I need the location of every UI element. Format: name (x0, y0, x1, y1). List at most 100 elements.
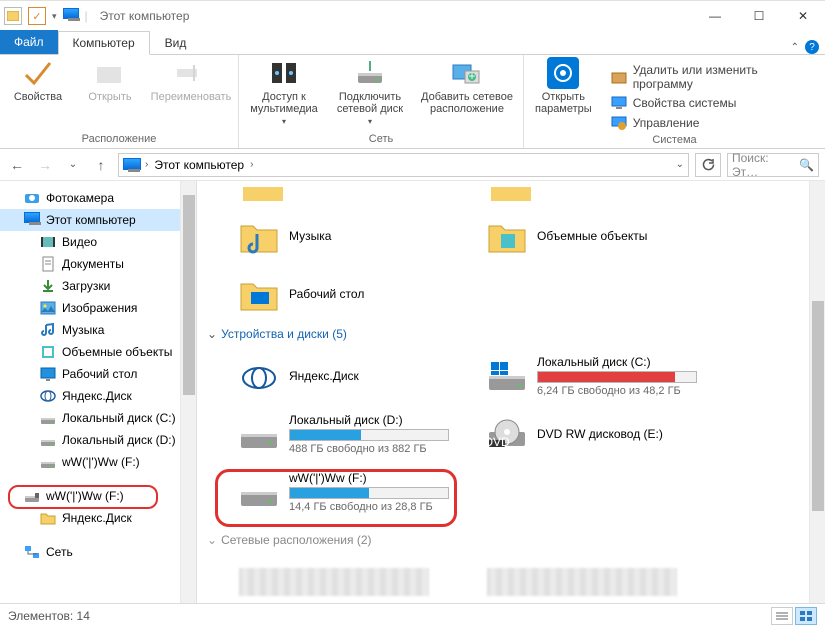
media-access-button[interactable]: Доступ к мультимедиа ▾ (247, 57, 321, 126)
open-button[interactable]: Открыть (80, 57, 140, 103)
svg-text:+: + (468, 69, 475, 83)
search-icon: 🔍 (799, 158, 814, 172)
group-label-location: Расположение (82, 130, 157, 148)
collapse-ribbon-icon[interactable]: ⌃ (791, 42, 799, 53)
scrollbar[interactable] (180, 181, 196, 620)
scrollbar[interactable] (809, 181, 825, 620)
nav-item-network[interactable]: Сеть (0, 541, 196, 563)
folder-item[interactable]: Рабочий стол (203, 265, 451, 323)
network-drive-icon (354, 57, 386, 89)
breadcrumb-sep-icon[interactable]: › (250, 159, 253, 170)
nav-item-label: Яндекс.Диск (62, 511, 132, 525)
folder-item[interactable]: Музыка (203, 207, 451, 265)
nav-item-downloads[interactable]: Загрузки (0, 275, 196, 297)
address-bar[interactable]: › Этот компьютер › ⌄ (118, 153, 689, 177)
ribbon-group-location: Свойства Открыть Переименовать Расположе… (0, 55, 239, 148)
nav-item-label: Объемные объекты (62, 345, 172, 359)
ribbon-tabs: Файл Компьютер Вид ⌃ ? (0, 31, 825, 55)
drive-item[interactable]: Локальный диск (D:) 488 ГБ свободно из 88… (203, 405, 451, 463)
statusbar: Элементов: 14 (0, 603, 825, 627)
uninstall-programs-button[interactable]: Удалить или изменить программу (611, 63, 817, 91)
pc-icon (24, 212, 40, 228)
chevron-down-icon: ⌄ (207, 533, 217, 547)
qat-dropdown-icon[interactable]: ▾ (52, 11, 57, 22)
box-icon (611, 69, 627, 85)
downloads-icon (40, 278, 56, 294)
breadcrumb[interactable]: Этот компьютер (152, 158, 246, 172)
system-properties-button[interactable]: Свойства системы (611, 95, 817, 111)
nav-item-label: Музыка (62, 323, 104, 337)
drive-icon (40, 410, 56, 426)
drive-item[interactable]: Локальный диск (C:)6,24 ГБ свободно из 4… (451, 347, 699, 405)
details-view-button[interactable] (771, 607, 793, 625)
maximize-button[interactable]: ☐ (737, 1, 781, 31)
checkbox-icon[interactable]: ✓ (28, 7, 46, 25)
recent-locations-button[interactable]: ⌄ (62, 154, 84, 176)
checkmark-icon (22, 57, 54, 89)
drive-item[interactable]: DVDDVD RW дисковод (E:) (451, 405, 699, 463)
close-button[interactable]: ✕ (781, 1, 825, 31)
tab-computer[interactable]: Компьютер (58, 31, 150, 55)
drive-icon (239, 476, 279, 508)
app-icon (63, 8, 79, 24)
search-input[interactable]: Поиск: Эт… 🔍 (727, 153, 819, 177)
nav-item-camera[interactable]: Фотокамера (0, 187, 196, 209)
nav-item-documents[interactable]: Документы (0, 253, 196, 275)
pictures-icon (40, 300, 56, 316)
back-button[interactable]: ← (6, 154, 28, 176)
rename-button[interactable]: Переименовать (152, 57, 230, 103)
ribbon: Свойства Открыть Переименовать Расположе… (0, 55, 825, 149)
up-button[interactable]: ↑ (90, 154, 112, 176)
folder-icon[interactable] (4, 7, 22, 25)
tab-view[interactable]: Вид (150, 30, 202, 54)
folder-icon (243, 187, 283, 201)
folder-icon (491, 187, 531, 201)
drive-name: Яндекс.Диск (289, 369, 451, 383)
nav-item-3d[interactable]: Объемные объекты (0, 341, 196, 363)
nav-item-video[interactable]: Видео (0, 231, 196, 253)
help-icon[interactable]: ? (805, 40, 819, 54)
blurred-content (239, 568, 429, 596)
folder-open-icon (94, 57, 126, 89)
nav-item-pc[interactable]: Этот компьютер (0, 209, 196, 231)
tiles-view-button[interactable] (795, 607, 817, 625)
address-dropdown-icon[interactable]: ⌄ (676, 159, 684, 170)
nav-item-drive[interactable]: Локальный диск (D:) (0, 429, 196, 451)
folder-label: Музыка (289, 229, 331, 243)
folder-label: Рабочий стол (289, 287, 364, 301)
navigation-pane[interactable]: ФотокамераЭтот компьютерВидеоДокументыЗа… (0, 181, 197, 620)
nav-item-drive[interactable]: wW('|')Ww (F:) (0, 451, 196, 473)
content-pane[interactable]: Музыка Объемные объекты Рабочий стол ⌄ Уст… (197, 181, 825, 620)
properties-button[interactable]: Свойства (8, 57, 68, 103)
group-header-netloc[interactable]: ⌄ Сетевые расположения (2) (203, 529, 825, 553)
capacity-bar (289, 487, 449, 499)
manage-button[interactable]: Управление (611, 115, 817, 131)
tab-file[interactable]: Файл (0, 30, 58, 54)
usb-icon (24, 488, 40, 504)
nav-item-folder[interactable]: Яндекс.Диск (0, 507, 196, 529)
drive-item[interactable]: Яндекс.Диск (203, 347, 451, 405)
drive-free-text: 488 ГБ свободно из 882 ГБ (289, 443, 451, 455)
nav-item-usb[interactable]: wW('|')Ww (F:) (0, 485, 196, 507)
nav-item-label: wW('|')Ww (F:) (62, 455, 140, 469)
drive-item[interactable]: wW('|')Ww (F:)14,4 ГБ свободно из 28,8 Г… (203, 463, 451, 521)
group-header-drives[interactable]: ⌄ Устройства и диски (5) (203, 323, 825, 347)
titlebar: ✓ ▾ | Этот компьютер — ☐ ✕ (0, 1, 825, 31)
nav-item-yadisk[interactable]: Яндекс.Диск (0, 385, 196, 407)
open-settings-button[interactable]: Открыть параметры (532, 57, 595, 115)
folder-item[interactable]: Объемные объекты (451, 207, 699, 265)
map-drive-button[interactable]: Подключить сетевой диск ▾ (333, 57, 407, 126)
nav-item-pictures[interactable]: Изображения (0, 297, 196, 319)
refresh-button[interactable] (695, 153, 721, 177)
nav-item-desktop[interactable]: Рабочий стол (0, 363, 196, 385)
group-label-network: Сеть (369, 130, 393, 148)
forward-button[interactable]: → (34, 154, 56, 176)
folder-icon (239, 216, 279, 256)
minimize-button[interactable]: — (693, 1, 737, 31)
nav-item-drive[interactable]: Локальный диск (C:) (0, 407, 196, 429)
item-count: Элементов: 14 (8, 609, 90, 623)
breadcrumb-sep-icon[interactable]: › (145, 159, 148, 170)
add-network-location-button[interactable]: + Добавить сетевое расположение (419, 57, 515, 115)
nav-item-music[interactable]: Музыка (0, 319, 196, 341)
drive-name: Локальный диск (D:) (289, 413, 451, 427)
